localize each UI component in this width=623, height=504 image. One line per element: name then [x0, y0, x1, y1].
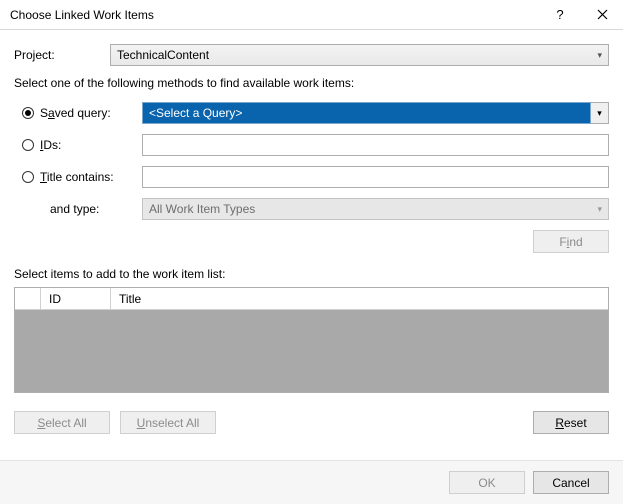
- dialog-content: Project: TechnicalContent ▾ Select one o…: [0, 30, 623, 456]
- ok-button[interactable]: OK: [449, 471, 525, 494]
- chevron-down-icon: ▾: [597, 204, 602, 215]
- saved-query-label: Saved query:: [40, 106, 111, 120]
- project-value: TechnicalContent: [117, 48, 209, 62]
- unselect-all-button[interactable]: Unselect All: [120, 411, 216, 434]
- select-all-button[interactable]: Select All: [14, 411, 110, 434]
- grid-body: [15, 310, 608, 392]
- help-button[interactable]: ?: [539, 0, 581, 30]
- close-button[interactable]: [581, 0, 623, 30]
- grid-col-select[interactable]: [15, 288, 41, 309]
- ids-radio[interactable]: [22, 139, 34, 151]
- title-contains-label: Title contains:: [40, 170, 114, 184]
- project-row: Project: TechnicalContent ▾: [14, 44, 609, 66]
- chevron-down-icon: ▾: [597, 50, 602, 61]
- project-label: Project:: [14, 48, 110, 62]
- type-select: All Work Item Types ▾: [142, 198, 609, 220]
- titlebar: Choose Linked Work Items ?: [0, 0, 623, 30]
- type-row: and type: All Work Item Types ▾: [14, 198, 609, 220]
- saved-query-row: Saved query: <Select a Query> ▾: [14, 102, 609, 124]
- window-title: Choose Linked Work Items: [10, 8, 539, 22]
- dialog-footer: OK Cancel: [0, 460, 623, 504]
- cancel-button[interactable]: Cancel: [533, 471, 609, 494]
- ids-field[interactable]: [142, 134, 609, 156]
- saved-query-select[interactable]: <Select a Query> ▾: [142, 102, 609, 124]
- instruction-text: Select one of the following methods to f…: [14, 76, 609, 90]
- grid-col-title[interactable]: Title: [111, 288, 608, 309]
- grid-header: ID Title: [15, 288, 608, 310]
- title-contains-field[interactable]: [142, 166, 609, 188]
- saved-query-value: <Select a Query>: [149, 106, 242, 120]
- title-contains-row: Title contains:: [14, 166, 609, 188]
- ids-label: IDs:: [40, 138, 61, 152]
- find-button[interactable]: Find: [533, 230, 609, 253]
- grid-col-id[interactable]: ID: [41, 288, 111, 309]
- select-items-label: Select items to add to the work item lis…: [14, 267, 609, 281]
- saved-query-radio[interactable]: [22, 107, 34, 119]
- project-select[interactable]: TechnicalContent ▾: [110, 44, 609, 66]
- title-contains-radio[interactable]: [22, 171, 34, 183]
- type-label: and type:: [14, 202, 142, 216]
- reset-button[interactable]: Reset: [533, 411, 609, 434]
- type-value: All Work Item Types: [149, 202, 255, 216]
- chevron-down-icon: ▾: [591, 102, 609, 124]
- ids-row: IDs:: [14, 134, 609, 156]
- results-grid[interactable]: ID Title: [14, 287, 609, 393]
- close-icon: [597, 9, 608, 20]
